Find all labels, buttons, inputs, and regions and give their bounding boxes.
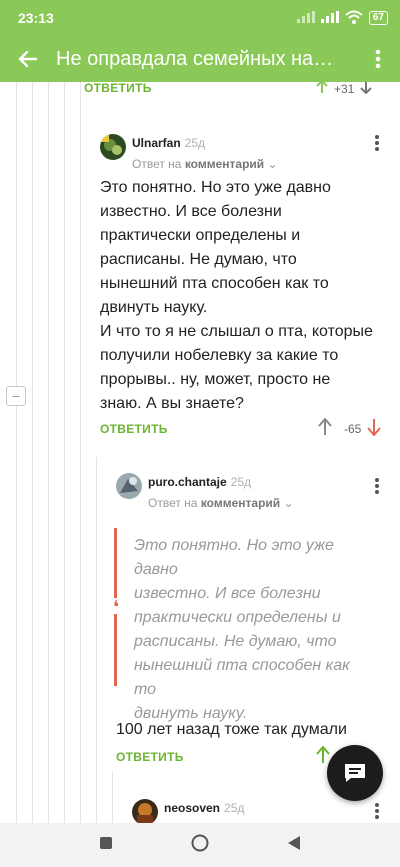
more-vert-icon <box>375 49 381 69</box>
battery-indicator: 67 <box>368 11 388 25</box>
avatar[interactable] <box>100 134 126 160</box>
quote-line: Это понятно. Но это уже давно <box>134 537 334 578</box>
comment-line: практически определены и <box>100 227 301 244</box>
comment-header: puro.chantaje 25д Ответ на комментарий ⌄ <box>116 473 294 510</box>
comment-age: 25д <box>224 801 245 815</box>
comment-meta: puro.chantaje 25д Ответ на комментарий ⌄ <box>148 473 294 510</box>
nav-home-button[interactable] <box>191 834 209 857</box>
comment-line: Это понятно. Но это уже давно <box>100 179 331 196</box>
quote-line: нынешний пта способен как то <box>134 657 350 698</box>
username[interactable]: puro.chantaje <box>148 475 227 489</box>
downvote-arrow-icon[interactable] <box>360 82 373 97</box>
vote-controls: +31 <box>316 82 373 97</box>
system-nav-bar <box>0 823 400 867</box>
app-menu-button[interactable] <box>356 49 400 69</box>
comment-rating: -65 <box>344 421 362 436</box>
thread-line <box>32 82 33 823</box>
vote-controls: -65 <box>318 417 382 439</box>
comment-line: прорывы.. ну, может, просто не <box>100 371 331 388</box>
nav-back-button[interactable] <box>287 835 301 856</box>
chevron-down-icon: ⌄ <box>267 157 278 171</box>
thread-line <box>48 82 49 823</box>
back-arrow-icon <box>18 50 38 68</box>
quote-line: практически определены и <box>134 609 341 626</box>
username[interactable]: Ulnarfan <box>132 136 181 150</box>
comment-menu-button[interactable] <box>374 477 380 500</box>
comment-line: получили нобелевку за какие то <box>100 347 339 364</box>
status-icons: 67 <box>296 10 388 27</box>
reply-button[interactable]: ОТВЕТИТЬ <box>116 750 184 764</box>
signal-icon-2 <box>320 10 339 26</box>
more-vert-icon <box>375 478 379 494</box>
quote-text: Это понятно. Но это уже давно известно. … <box>134 534 374 726</box>
thread-line <box>80 82 81 823</box>
reply-button[interactable]: ОТВЕТИТЬ <box>100 422 168 436</box>
comments-icon <box>345 764 365 782</box>
downvote-arrow-icon[interactable] <box>367 418 382 439</box>
collapse-thread-button[interactable]: − <box>6 386 26 406</box>
reply-to-target[interactable]: комментарий <box>185 157 264 171</box>
nav-square-icon <box>100 836 112 849</box>
reply-to-link[interactable]: Ответ на комментарий ⌄ <box>132 157 278 171</box>
comment-text: Это понятно. Но это уже давно известно. … <box>100 176 390 416</box>
upvote-arrow-icon[interactable] <box>316 82 328 97</box>
comment-header: Ulnarfan 25д Ответ на комментарий ⌄ <box>100 134 278 171</box>
comment-text: 100 лет назад тоже так думали <box>116 721 347 738</box>
status-bar: 23:13 67 <box>0 0 400 36</box>
collapse-minus-icon: − <box>11 388 21 404</box>
avatar[interactable] <box>132 799 158 823</box>
username[interactable]: neosoven <box>164 801 220 815</box>
wifi-icon <box>345 10 363 27</box>
comment-line: И что то я не слышал о пта, которые <box>100 323 373 340</box>
thread-line <box>16 82 17 823</box>
comment-line: знаю. А вы знаете? <box>100 395 244 412</box>
comment-age: 25д <box>230 475 252 489</box>
comment-header: neosoven 25д <box>132 799 244 823</box>
comment-menu-button[interactable] <box>374 134 380 157</box>
reply-to-link[interactable]: Ответ на комментарий ⌄ <box>148 496 294 510</box>
comment-line: нынешний пта способен как то <box>100 275 329 292</box>
comment-line: двинуть науку. <box>100 299 208 316</box>
thread-line <box>64 82 65 823</box>
status-time: 23:13 <box>18 10 54 26</box>
comment-menu-button[interactable] <box>374 802 380 823</box>
comment-meta: neosoven 25д <box>164 799 244 817</box>
quote-icon: ❛ <box>108 598 124 616</box>
nav-triangle-icon <box>288 835 300 850</box>
quote-line: известно. И все болезни <box>134 585 321 602</box>
comment-rating: +31 <box>334 82 355 96</box>
chevron-down-icon: ⌄ <box>283 496 294 510</box>
comments-thread[interactable]: − ОТВЕТИТЬ +31 Ulnarfan 25д Ответ на комм… <box>0 82 400 823</box>
comment-line: известно. И все болезни <box>100 203 282 220</box>
app-bar: Не оправдала семейных надежд <box>0 36 400 82</box>
upvote-arrow-icon[interactable] <box>318 417 332 439</box>
more-vert-icon <box>375 803 379 819</box>
reply-to-prefix: Ответ на <box>132 157 182 171</box>
quote-line: расписаны. Не думаю, что <box>134 633 337 650</box>
thread-line <box>112 772 113 823</box>
nav-circle-icon <box>191 834 209 851</box>
thread-line <box>96 457 97 823</box>
signal-icon <box>296 10 315 26</box>
reply-button[interactable]: ОТВЕТИТЬ <box>84 82 152 95</box>
post-title: Не оправдала семейных надежд <box>56 47 336 70</box>
comments-fab-button[interactable] <box>327 745 383 801</box>
comment-meta: Ulnarfan 25д Ответ на комментарий ⌄ <box>132 134 278 171</box>
comment-line: расписаны. Не думаю, что <box>100 251 297 268</box>
reply-to-prefix: Ответ на <box>148 496 198 510</box>
nav-recents-button[interactable] <box>99 836 113 855</box>
more-vert-icon <box>375 135 379 151</box>
reply-to-target[interactable]: комментарий <box>201 496 280 510</box>
back-button[interactable] <box>0 49 56 69</box>
comment-age: 25д <box>184 136 206 150</box>
avatar[interactable] <box>116 473 142 499</box>
